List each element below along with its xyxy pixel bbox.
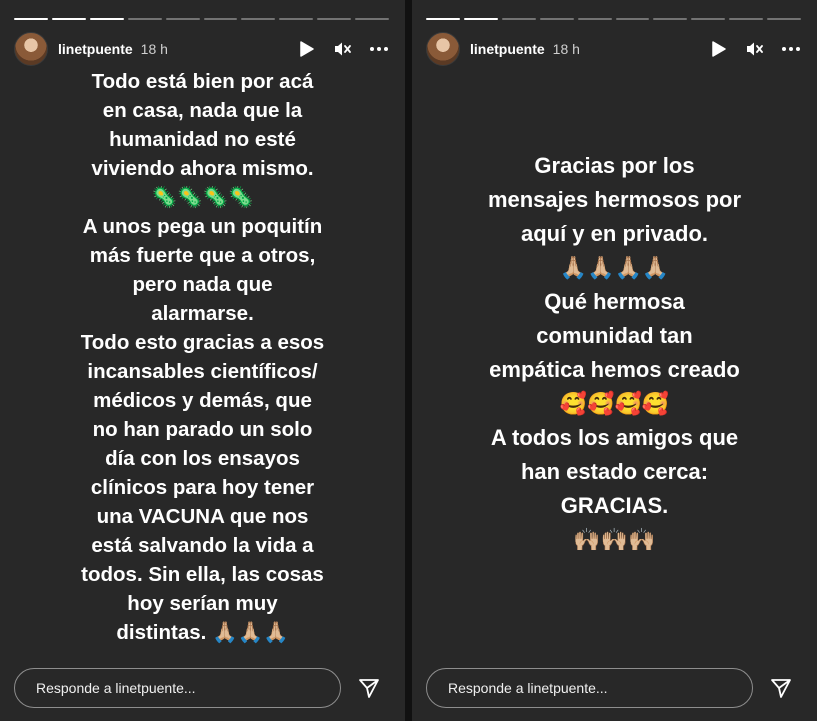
- play-icon[interactable]: [709, 39, 729, 59]
- progress-segment: [14, 18, 48, 20]
- story-text: Gracias por los mensajes hermosos por aq…: [487, 153, 742, 552]
- progress-segment: [691, 18, 726, 20]
- more-dots-icon[interactable]: [781, 39, 801, 59]
- progress-segment: [577, 18, 612, 20]
- story-panel-left[interactable]: linetpuente 18 h Todo está bien por acá …: [0, 0, 405, 721]
- story-progress-bar: [426, 18, 802, 20]
- progress-segment: [463, 18, 498, 20]
- story-header: linetpuente 18 h: [426, 32, 801, 66]
- reply-input[interactable]: Responde a linetpuente...: [14, 668, 341, 708]
- send-arrow-icon[interactable]: [349, 668, 389, 708]
- username[interactable]: linetpuente: [470, 41, 545, 57]
- progress-segment: [241, 18, 276, 20]
- post-time: 18 h: [552, 41, 580, 57]
- story-panel-right[interactable]: linetpuente 18 h Gracias por los mensaje…: [412, 0, 817, 721]
- story-footer: Responde a linetpuente...: [14, 667, 389, 709]
- progress-segment: [89, 18, 124, 20]
- progress-segment: [203, 18, 238, 20]
- reply-input[interactable]: Responde a linetpuente...: [426, 668, 753, 708]
- send-arrow-icon[interactable]: [761, 668, 801, 708]
- username[interactable]: linetpuente: [58, 41, 133, 57]
- story-controls: [297, 39, 389, 59]
- muted-speaker-icon[interactable]: [745, 39, 765, 59]
- progress-segment: [279, 18, 314, 20]
- post-time: 18 h: [140, 41, 168, 57]
- progress-segment: [501, 18, 536, 20]
- story-controls: [709, 39, 801, 59]
- progress-segment: [767, 18, 802, 20]
- progress-segment: [653, 18, 688, 20]
- avatar[interactable]: [14, 32, 48, 66]
- play-icon[interactable]: [297, 39, 317, 59]
- story-progress-bar: [14, 18, 390, 20]
- progress-segment: [729, 18, 764, 20]
- progress-segment: [426, 18, 460, 20]
- progress-segment: [165, 18, 200, 20]
- progress-segment: [127, 18, 162, 20]
- progress-segment: [615, 18, 650, 20]
- avatar[interactable]: [426, 32, 460, 66]
- muted-speaker-icon[interactable]: [333, 39, 353, 59]
- story-text: Todo está bien por acá en casa, nada que…: [80, 70, 325, 644]
- more-dots-icon[interactable]: [369, 39, 389, 59]
- progress-segment: [317, 18, 352, 20]
- story-footer: Responde a linetpuente...: [426, 667, 801, 709]
- progress-segment: [539, 18, 574, 20]
- progress-segment: [355, 18, 390, 20]
- story-header: linetpuente 18 h: [14, 32, 389, 66]
- progress-segment: [51, 18, 86, 20]
- panel-divider: [405, 0, 412, 721]
